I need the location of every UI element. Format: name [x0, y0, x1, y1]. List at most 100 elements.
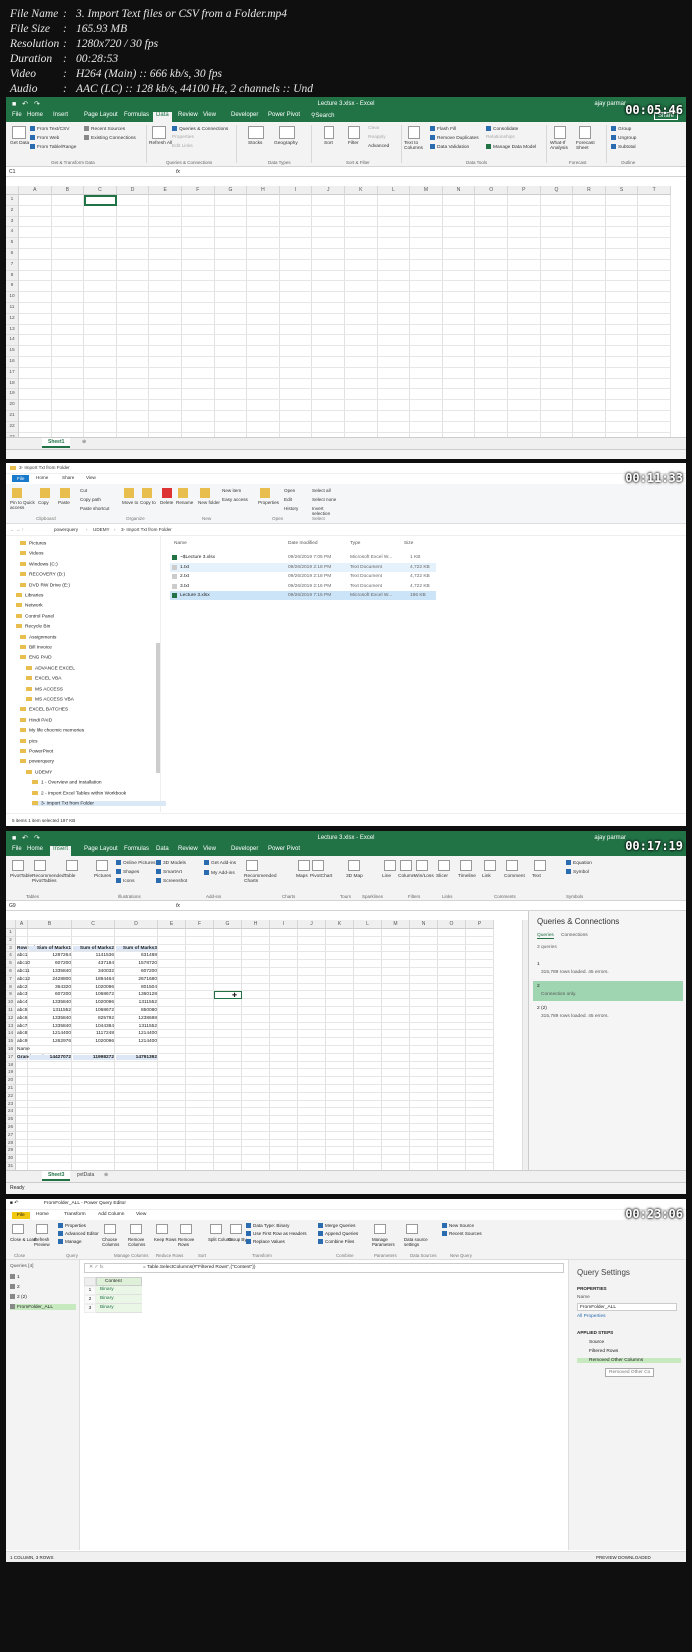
tree-item[interactable]: EXCEL VBA	[26, 676, 61, 681]
tree-scrollbar[interactable]	[156, 643, 160, 773]
sort-button[interactable]: Sort	[324, 141, 333, 146]
name-box[interactable]: G9	[9, 903, 16, 909]
row-header[interactable]: 21	[6, 1085, 16, 1093]
tree-item[interactable]: Videos	[20, 551, 44, 557]
ribbon-item-manage[interactable]: Manage	[58, 1239, 82, 1245]
pivot-cell[interactable]: 437184	[73, 961, 114, 966]
cell-binary[interactable]: Binary	[96, 1295, 142, 1304]
cell-binary[interactable]: Binary	[96, 1304, 142, 1313]
row-header[interactable]: 6	[6, 249, 19, 260]
tab-view[interactable]: View	[86, 475, 96, 480]
forecast-sheet-button[interactable]: Forecast Sheet	[576, 141, 598, 151]
column-header[interactable]: A	[16, 920, 28, 929]
tree-item[interactable]: ENG PAID	[20, 655, 52, 661]
ribbon-item-invert-selection[interactable]: Invert selection	[312, 506, 342, 516]
pivot-header[interactable]: Sum of Marks2	[73, 945, 114, 951]
ribbon-item-copy-path[interactable]: Copy path	[80, 497, 101, 502]
pivot-cell[interactable]: abc11	[17, 969, 30, 974]
query-item[interactable]: 2 (2)	[10, 1294, 76, 1300]
nav-arrows-icon[interactable]: ← → ↑	[10, 527, 24, 532]
column-header[interactable]: N	[442, 186, 476, 195]
flash-fill-button[interactable]: Flash Fill	[430, 126, 456, 132]
row-header[interactable]: 19	[6, 389, 19, 401]
pivot-cell[interactable]: abc6	[17, 1016, 27, 1021]
column-header[interactable]: R	[573, 186, 606, 195]
sheet-tab[interactable]: Sheet1	[42, 438, 71, 448]
ribbon-item-icons[interactable]: Icons	[116, 878, 134, 884]
column-header[interactable]: M	[410, 186, 443, 195]
forecast-icon[interactable]	[579, 126, 591, 139]
tab-formulas[interactable]: Formulas	[124, 846, 149, 852]
column-header[interactable]: H	[247, 186, 280, 195]
column-header[interactable]: O	[475, 186, 508, 195]
pane-tab-queries[interactable]: Queries	[537, 933, 554, 939]
tab-insert[interactable]: Insert	[50, 846, 72, 856]
tree-item[interactable]: Network	[16, 603, 43, 609]
ribbon-item-delete[interactable]: Delete	[160, 500, 173, 505]
query-item[interactable]: 1 315,789 rows loaded. 45 errors.	[533, 959, 683, 979]
user-name[interactable]: ajay parmar	[594, 835, 626, 841]
name-input[interactable]: FromFolder_ALL	[577, 1303, 677, 1311]
ribbon-item-smartart[interactable]: SmartArt	[156, 869, 182, 875]
column-header[interactable]: P	[466, 920, 494, 929]
column-header[interactable]: E	[158, 920, 186, 929]
column-header[interactable]: F	[186, 920, 214, 929]
pivot-cell[interactable]: 1360128	[116, 992, 157, 997]
pivot-cell[interactable]: 1287264	[29, 953, 71, 958]
tree-item[interactable]: PowerPivot	[20, 749, 53, 754]
row-header[interactable]: 16	[6, 1046, 16, 1054]
row-header[interactable]: 22	[6, 1092, 16, 1101]
query-item[interactable]: FromFolder_ALL	[10, 1304, 76, 1310]
row-header[interactable]: 4	[6, 952, 16, 961]
ribbon-item-move-to[interactable]: Move to	[122, 500, 138, 505]
ribbon-item-equation[interactable]: Equation	[566, 860, 592, 866]
formula-bar[interactable]: ✕ ✓ fx = Table.SelectColumns(#"Filtered …	[84, 1263, 564, 1273]
row-header[interactable]: 27	[6, 1131, 16, 1140]
column-header[interactable]: A	[19, 186, 52, 195]
column-header[interactable]: D	[116, 186, 150, 195]
edit-links-button[interactable]: Edit Links	[172, 144, 193, 149]
pivot-cell[interactable]: 1020096	[73, 985, 114, 990]
pivot-cell[interactable]: 364320	[29, 985, 71, 990]
tree-item[interactable]: My life chocmic memories	[20, 728, 84, 733]
sort-icon[interactable]	[324, 126, 334, 139]
ribbon-item-replace-values[interactable]: Replace Values	[246, 1239, 285, 1245]
grand-total-cell[interactable]: Grand Total	[17, 1054, 44, 1060]
file-row[interactable]: 1.txt 09/26/2019 2:18 PM Text Document 4,72…	[170, 562, 436, 572]
ribbon-item-slicer[interactable]: Slicer	[436, 874, 448, 879]
ribbon-item-close-load[interactable]: Close & Load	[10, 1237, 36, 1242]
filter-icon[interactable]	[348, 126, 360, 139]
ribbon-item-recommended-charts[interactable]: Recommended Charts	[244, 874, 277, 884]
column-header[interactable]: G	[214, 186, 248, 195]
tree-item[interactable]: Libraries	[16, 593, 43, 598]
properties-button[interactable]: Properties	[172, 135, 194, 140]
column-header-date-modified[interactable]: Date modified	[288, 541, 318, 546]
pivot-cell[interactable]: 1214400	[116, 1031, 157, 1036]
column-header[interactable]: K	[345, 186, 378, 195]
pivot-cell[interactable]: abc2	[17, 985, 27, 990]
ribbon-item-combine-files[interactable]: Combine Files	[318, 1239, 354, 1245]
select-all-corner[interactable]	[6, 920, 16, 929]
row-header[interactable]: 20	[6, 400, 19, 411]
tree-item[interactable]: MS ACCESS	[26, 686, 63, 692]
stocks-button[interactable]: Stocks	[248, 141, 262, 146]
row-header[interactable]: 7	[6, 975, 16, 984]
pivot-cell[interactable]: 340032	[73, 969, 114, 974]
refresh-icon[interactable]	[152, 126, 166, 139]
column-header-content[interactable]: Content	[96, 1277, 142, 1286]
column-header[interactable]: C	[72, 920, 115, 929]
row-header[interactable]: 3	[6, 216, 19, 228]
ribbon-item-online-pictures[interactable]: Online Pictures	[116, 860, 156, 866]
tree-item[interactable]: RECOVERY (D:)	[20, 572, 65, 577]
row-header[interactable]: 25	[6, 1116, 16, 1124]
column-header-name[interactable]: Name	[174, 541, 187, 546]
row-header[interactable]: 22	[6, 421, 19, 433]
pivot-cell[interactable]: abc5	[17, 1008, 27, 1013]
row-header[interactable]: 12	[6, 1014, 16, 1023]
user-name[interactable]: ajay parmar	[594, 101, 626, 107]
row-header[interactable]: 8	[6, 983, 16, 992]
ribbon-item-manage-parameters[interactable]: Manage Parameters	[372, 1237, 400, 1247]
name-box[interactable]: C1	[9, 169, 15, 175]
pivot-cell[interactable]: 1214400	[29, 1031, 71, 1036]
ribbon-item-table[interactable]: Table	[64, 874, 75, 879]
